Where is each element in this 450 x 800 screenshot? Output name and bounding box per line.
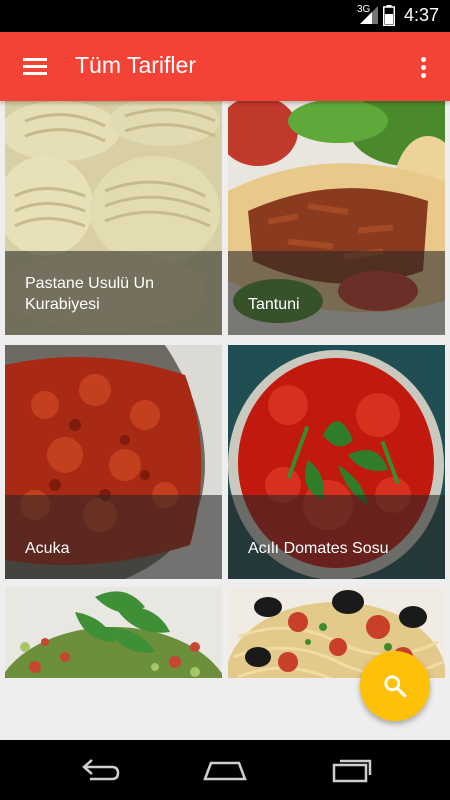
caption-overlay — [228, 251, 445, 335]
overflow-menu-button[interactable] — [408, 48, 438, 86]
menu-button[interactable] — [14, 46, 56, 88]
herb-salad-photo — [5, 587, 222, 678]
search-icon — [384, 675, 407, 698]
recipe-title: Acuka — [25, 540, 70, 557]
recipe-card[interactable]: Acılı Domates Sosu — [228, 345, 445, 579]
caption-overlay — [5, 495, 222, 579]
recent-apps-icon — [332, 759, 372, 783]
recipe-card[interactable]: Tantuni — [228, 101, 445, 335]
status-bar: 3G 4:37 — [0, 0, 450, 32]
overflow-icon — [420, 56, 426, 62]
signal-icon — [360, 6, 378, 24]
search-fab[interactable] — [360, 651, 430, 721]
menu-icon — [23, 58, 47, 76]
recipe-card[interactable]: Pastane Usulü Un Kurabiyesi — [5, 101, 222, 335]
battery-icon — [383, 5, 395, 26]
caption-overlay — [228, 495, 445, 579]
recipe-title: Acılı Domates Sosu — [248, 540, 389, 557]
back-icon — [82, 759, 120, 781]
home-button[interactable] — [195, 750, 255, 790]
navigation-bar — [0, 740, 450, 800]
home-icon — [203, 761, 247, 781]
recipe-grid: Pastane Usulü Un Kurabiyesi Tantuni Acuk… — [0, 101, 450, 678]
back-button[interactable] — [70, 750, 130, 790]
recipe-title: Tantuni — [248, 296, 300, 313]
recipe-card[interactable] — [5, 587, 222, 678]
page-title: Tüm Tarifler — [75, 52, 196, 78]
recipe-title: Pastane Usulü Un Kurabiyesi — [25, 275, 154, 313]
recent-apps-button[interactable] — [322, 750, 382, 790]
app-bar: Tüm Tarifler — [0, 32, 450, 101]
status-time: 4:37 — [404, 5, 440, 25]
recipe-card[interactable]: Acuka — [5, 345, 222, 579]
